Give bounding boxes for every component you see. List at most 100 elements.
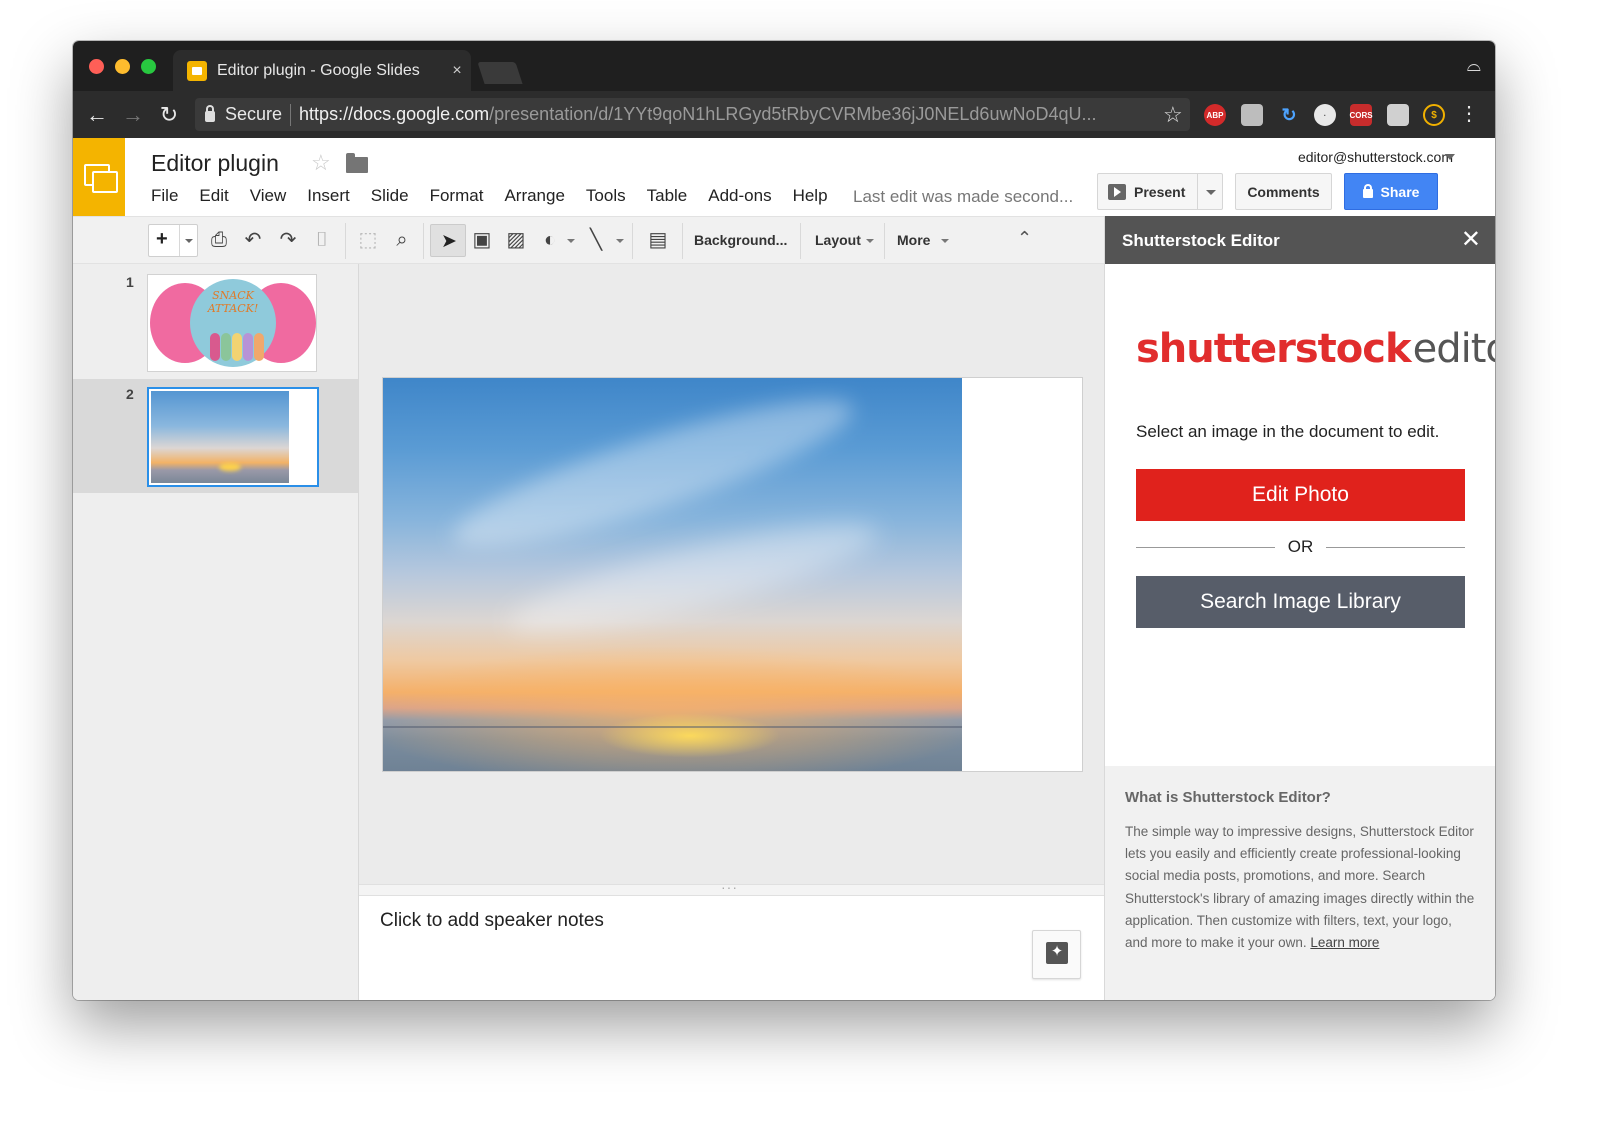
speaker-notes-placeholder[interactable]: Click to add speaker notes bbox=[380, 910, 604, 932]
adblock-extension-icon[interactable]: ABP bbox=[1204, 104, 1226, 126]
menu-view[interactable]: View bbox=[250, 186, 287, 206]
macaron-image bbox=[210, 333, 220, 361]
speaker-notes-panel[interactable]: Click to add speaker notes bbox=[359, 896, 1104, 1000]
zoom-icon[interactable]: ⌕ bbox=[389, 228, 415, 252]
menu-add-ons[interactable]: Add-ons bbox=[708, 186, 771, 206]
present-button[interactable]: Present bbox=[1097, 173, 1198, 210]
toolbar-divider bbox=[884, 223, 885, 259]
menu-help[interactable]: Help bbox=[793, 186, 828, 206]
back-icon[interactable]: ← bbox=[79, 102, 115, 128]
print-icon[interactable]: ⎙ bbox=[206, 228, 232, 252]
reload-icon[interactable]: ↻ bbox=[151, 102, 187, 128]
edit-photo-button[interactable]: Edit Photo bbox=[1136, 469, 1465, 521]
present-options-dropdown[interactable] bbox=[1197, 173, 1223, 210]
select-tool-button[interactable]: ➤ bbox=[430, 224, 466, 257]
slide-thumbnail-2[interactable] bbox=[147, 387, 319, 487]
toolbar-divider bbox=[682, 223, 683, 259]
menu-table[interactable]: Table bbox=[647, 186, 688, 206]
collapse-menus-icon[interactable]: ⌃ bbox=[1017, 228, 1032, 249]
sidebar-close-icon[interactable]: ✕ bbox=[1461, 225, 1481, 254]
present-play-icon bbox=[1108, 183, 1126, 200]
forward-icon[interactable]: → bbox=[115, 102, 151, 128]
toolbar-divider bbox=[345, 223, 346, 259]
shape-caret-icon[interactable] bbox=[567, 239, 575, 243]
last-edit-status[interactable]: Last edit was made second... bbox=[853, 187, 1073, 207]
menu-insert[interactable]: Insert bbox=[307, 186, 350, 206]
macaron-image bbox=[243, 333, 253, 361]
close-window-button[interactable] bbox=[89, 59, 104, 74]
macaron-image bbox=[221, 333, 231, 361]
toolbar-divider bbox=[632, 223, 633, 259]
line-caret-icon[interactable] bbox=[616, 239, 624, 243]
share-lock-icon bbox=[1362, 184, 1373, 198]
toolbar-divider bbox=[423, 223, 424, 259]
url-divider bbox=[290, 103, 292, 126]
thumbnail-sun bbox=[219, 463, 241, 471]
slides-favicon-icon bbox=[187, 60, 207, 81]
document-title[interactable]: Editor plugin bbox=[151, 150, 279, 177]
layout-caret-icon[interactable] bbox=[866, 239, 874, 243]
url-path: /presentation/d/1YYt9qoN1hLRGyd5tRbyCVRM… bbox=[489, 104, 1097, 124]
new-slide-layout-caret-icon[interactable] bbox=[185, 239, 193, 243]
comments-button[interactable]: Comments bbox=[1235, 173, 1332, 210]
undo-icon[interactable]: ↶ bbox=[240, 228, 266, 252]
browser-tab-active[interactable]: Editor plugin - Google Slides × bbox=[173, 50, 471, 91]
menu-file[interactable]: File bbox=[151, 186, 178, 206]
menu-slide[interactable]: Slide bbox=[371, 186, 409, 206]
explore-button[interactable] bbox=[1032, 930, 1081, 979]
thumbnail-title-line: SNACK bbox=[212, 289, 254, 302]
extension-square-icon[interactable] bbox=[1387, 104, 1409, 126]
address-bar[interactable]: Secure https://docs.google.com /presenta… bbox=[195, 98, 1190, 131]
shutterstock-editor-logo: shutterstockeditor bbox=[1136, 326, 1495, 372]
menu-arrange[interactable]: Arrange bbox=[504, 186, 564, 206]
shape-icon[interactable]: ◐ bbox=[537, 228, 563, 252]
bookmark-star-icon[interactable]: ☆ bbox=[1163, 102, 1183, 128]
notes-resize-handle[interactable] bbox=[359, 879, 1104, 896]
comment-icon[interactable]: ▤ bbox=[645, 228, 671, 252]
share-button[interactable]: Share bbox=[1344, 173, 1438, 210]
menu-edit[interactable]: Edit bbox=[199, 186, 228, 206]
thumbnail-title: SNACK ATTACK! bbox=[190, 289, 276, 315]
shutterstock-sidebar: Shutterstock Editor ✕ shutterstockeditor… bbox=[1104, 216, 1495, 1000]
extension-ring-icon[interactable]: $ bbox=[1423, 104, 1445, 126]
account-email[interactable]: editor@shutterstock.com bbox=[1298, 149, 1453, 165]
sidebar-info-panel: What is Shutterstock Editor? The simple … bbox=[1105, 766, 1495, 1000]
cors-extension-icon[interactable]: CORS bbox=[1349, 104, 1373, 126]
docs-header: Editor plugin ☆ File Edit View Insert Sl… bbox=[73, 138, 1495, 216]
search-image-library-button[interactable]: Search Image Library bbox=[1136, 576, 1465, 628]
line-icon[interactable]: ╲ bbox=[583, 228, 609, 252]
extension-circle-icon[interactable]: · bbox=[1314, 104, 1336, 126]
browser-menu-icon[interactable]: ⋮ bbox=[1459, 101, 1479, 126]
menu-bar: File Edit View Insert Slide Format Arran… bbox=[151, 186, 849, 206]
toolbar-divider bbox=[800, 223, 801, 259]
minimize-window-button[interactable] bbox=[115, 59, 130, 74]
extension-icon[interactable] bbox=[1241, 104, 1263, 126]
current-slide[interactable] bbox=[382, 374, 1083, 772]
layout-button[interactable]: Layout bbox=[815, 232, 861, 248]
redo-icon[interactable]: ↷ bbox=[275, 228, 301, 252]
sunset-photo[interactable] bbox=[383, 374, 962, 771]
secure-label: Secure bbox=[225, 104, 283, 124]
sync-extension-icon[interactable]: ↻ bbox=[1278, 104, 1300, 126]
browser-window: Editor plugin - Google Slides × ⌓ ← → ↻ … bbox=[73, 41, 1495, 1000]
new-slide-divider bbox=[179, 225, 180, 256]
background-button[interactable]: Background... bbox=[694, 232, 787, 248]
zoom-fit-icon[interactable]: ⬚ bbox=[355, 228, 381, 252]
menu-tools[interactable]: Tools bbox=[586, 186, 626, 206]
text-box-icon[interactable]: ▣ bbox=[469, 228, 495, 252]
slides-home-icon[interactable] bbox=[73, 138, 125, 216]
more-button[interactable]: More bbox=[897, 232, 930, 248]
new-slide-button[interactable]: + bbox=[148, 224, 198, 257]
account-caret-icon[interactable] bbox=[1445, 154, 1455, 160]
tab-close-icon[interactable]: × bbox=[443, 62, 471, 80]
learn-more-link[interactable]: Learn more bbox=[1310, 935, 1379, 950]
paint-format-icon[interactable]: ⌷ bbox=[309, 228, 335, 252]
slide-thumbnail-1[interactable]: SNACK ATTACK! bbox=[147, 274, 317, 372]
new-tab-button[interactable] bbox=[477, 62, 523, 84]
maximize-window-button[interactable] bbox=[141, 59, 156, 74]
move-to-folder-icon[interactable] bbox=[346, 153, 368, 173]
menu-format[interactable]: Format bbox=[430, 186, 484, 206]
star-document-icon[interactable]: ☆ bbox=[311, 150, 331, 176]
insert-image-icon[interactable]: ▨ bbox=[503, 228, 529, 252]
more-caret-icon[interactable] bbox=[941, 239, 949, 243]
